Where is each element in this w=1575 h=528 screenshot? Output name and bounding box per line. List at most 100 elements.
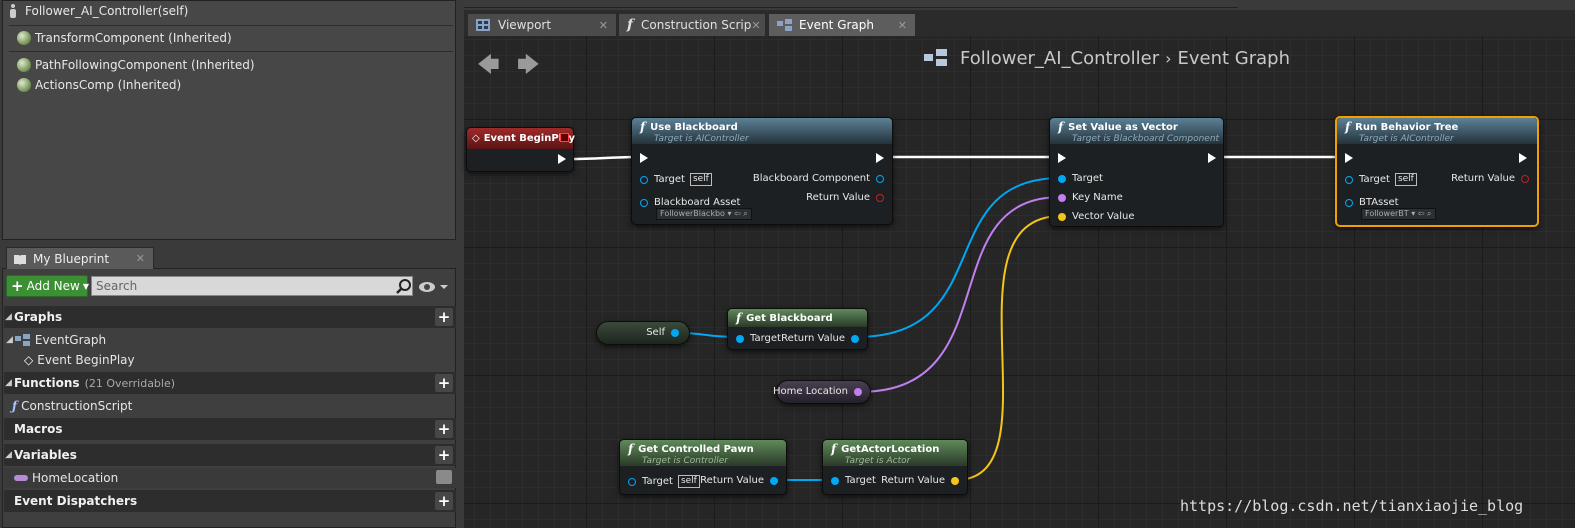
section-graphs[interactable]: ◢ Graphs +	[4, 306, 456, 328]
breadcrumb-graph[interactable]: Event Graph	[1178, 48, 1291, 69]
exec-in-pin[interactable]	[640, 153, 648, 163]
asset-dropdown[interactable]: FollowerBT ▾ ⇦ ⌕	[1361, 208, 1436, 220]
node-event-beginplay[interactable]: ◇ Event BeginPlay	[466, 127, 575, 172]
component-root[interactable]: Follower_AI_Controller(self)	[3, 1, 188, 21]
close-icon[interactable]: ✕	[751, 19, 760, 32]
section-functions[interactable]: ◢ Functions (21 Overridable) +	[4, 372, 456, 394]
target-pin[interactable]: Target	[1058, 173, 1103, 184]
key-name-pin[interactable]: Key Name	[1058, 192, 1123, 203]
controller-icon	[9, 4, 17, 18]
exec-out-pin[interactable]	[1208, 153, 1216, 163]
divider	[9, 25, 453, 26]
function-icon: f	[628, 442, 634, 456]
close-icon[interactable]: ✕	[898, 19, 907, 32]
collapse-icon[interactable]: ◢	[5, 378, 14, 388]
tab-construction-script[interactable]: f Construction Scrip ✕	[618, 13, 766, 36]
function-icon: f	[640, 120, 646, 134]
components-panel: Follower_AI_Controller(self) TransformCo…	[2, 0, 456, 240]
event-graph-icon	[777, 19, 792, 31]
exec-in-pin[interactable]	[1345, 153, 1353, 163]
home-location-out-pin[interactable]: Home Location	[773, 386, 862, 397]
node-run-behavior-tree[interactable]: f Run Behavior Tree Target is AIController…	[1335, 116, 1539, 227]
node-set-value-as-vector[interactable]: f Set Value as Vector Target is Blackboard…	[1049, 117, 1224, 227]
collapse-icon[interactable]: ◢	[5, 312, 14, 322]
node-home-location[interactable]: Home Location	[773, 380, 871, 404]
component-icon	[17, 31, 31, 45]
target-pin[interactable]: Target self	[1345, 173, 1417, 186]
tab-event-graph[interactable]: Event Graph ✕	[768, 13, 916, 36]
section-dispatchers[interactable]: Event Dispatchers +	[4, 490, 456, 512]
close-icon[interactable]: ✕	[136, 252, 145, 265]
function-icon: f	[627, 17, 634, 33]
target-pin[interactable]: Target self	[640, 173, 712, 186]
forward-arrow-icon[interactable]: 🡆	[517, 48, 540, 86]
book-icon	[14, 254, 26, 265]
component-pathfollowing[interactable]: PathFollowingComponent (Inherited)	[17, 55, 255, 75]
target-pin[interactable]: Target self	[628, 475, 700, 488]
blackboard-component-pin[interactable]: Blackboard Component	[753, 173, 884, 184]
exec-out-pin[interactable]	[876, 153, 884, 163]
tab-viewport[interactable]: Viewport ✕	[467, 13, 617, 36]
node-get-blackboard[interactable]: f Get Blackboard Target Return Value	[727, 308, 868, 350]
node-get-controlled-pawn[interactable]: f Get Controlled Pawn Target is Controller…	[619, 439, 787, 495]
function-icon: ƒ	[12, 399, 18, 413]
node-use-blackboard[interactable]: f Use Blackboard Target is AIController Ta…	[631, 117, 893, 225]
blackboard-asset-pin[interactable]: Blackboard Asset	[640, 197, 740, 208]
function-icon: f	[1345, 120, 1351, 134]
vector-value-pin[interactable]: Vector Value	[1058, 211, 1135, 222]
component-icon	[17, 58, 31, 72]
exec-in-pin[interactable]	[1058, 153, 1066, 163]
section-macros[interactable]: Macros +	[4, 418, 456, 440]
event-graph-icon	[924, 49, 947, 66]
return-value-pin[interactable]: Return Value	[1451, 173, 1529, 184]
event-icon: ◇	[472, 133, 480, 144]
variable-item-homelocation[interactable]: HomeLocation	[4, 468, 456, 488]
breadcrumb-blueprint[interactable]: Follower_AI_Controller	[960, 48, 1159, 69]
collapse-icon[interactable]: ◢	[6, 335, 13, 345]
chevron-down-icon: ▼	[82, 281, 89, 291]
section-variables[interactable]: ◢ Variables +	[4, 444, 456, 466]
visibility-toggle[interactable]	[436, 470, 452, 484]
tab-my-blueprint[interactable]: My Blueprint ✕	[6, 247, 154, 269]
back-arrow-icon[interactable]: 🡄	[477, 48, 500, 86]
add-variable-button[interactable]: +	[435, 446, 453, 464]
variable-type-icon	[14, 475, 28, 481]
search-icon[interactable]	[395, 277, 413, 295]
function-icon: f	[736, 311, 742, 325]
watermark: https://blog.csdn.net/tianxiaojie_blog	[1180, 497, 1524, 515]
return-value-pin[interactable]: Return Value	[881, 475, 959, 486]
function-icon: f	[831, 442, 837, 456]
component-actions[interactable]: ActionsComp (Inherited)	[17, 75, 181, 95]
node-self[interactable]: Self	[596, 321, 690, 345]
return-value-pin[interactable]: Return Value	[806, 192, 884, 203]
close-icon[interactable]: ✕	[599, 19, 608, 32]
event-icon: ◇	[24, 353, 34, 367]
add-graph-button[interactable]: +	[435, 308, 453, 326]
add-dispatcher-button[interactable]: +	[435, 492, 453, 510]
add-macro-button[interactable]: +	[435, 420, 453, 438]
divider	[9, 51, 453, 52]
add-function-button[interactable]: +	[435, 374, 453, 392]
return-value-pin[interactable]: Return Value	[781, 333, 859, 344]
plus-icon: +	[11, 277, 24, 295]
node-get-actor-location[interactable]: f GetActorLocation Target is Actor Target …	[822, 439, 968, 495]
delegate-pin[interactable]	[560, 133, 569, 142]
add-new-button[interactable]: + Add New ▼	[6, 275, 89, 297]
component-transform[interactable]: TransformComponent (Inherited)	[17, 28, 232, 48]
search-input[interactable]: Search	[91, 276, 413, 296]
graph-item-beginplay[interactable]: ◇ Event BeginPlay	[24, 350, 135, 370]
asset-dropdown[interactable]: FollowerBlackbo ▾ ⇦ ⌕	[656, 208, 752, 220]
exec-out-pin[interactable]	[558, 154, 566, 164]
target-pin[interactable]: Target	[736, 333, 781, 344]
event-graph-icon	[14, 334, 30, 346]
eye-icon[interactable]	[418, 280, 450, 294]
toolbar	[464, 0, 1238, 8]
graph-item-eventgraph[interactable]: ◢ EventGraph	[6, 330, 106, 350]
function-item-construction[interactable]: ƒ ConstructionScript	[12, 396, 132, 416]
target-pin[interactable]: Target	[831, 475, 876, 486]
bt-asset-pin[interactable]: BTAsset	[1345, 197, 1399, 208]
collapse-icon[interactable]: ◢	[5, 450, 14, 460]
exec-out-pin[interactable]	[1519, 153, 1527, 163]
return-value-pin[interactable]: Return Value	[700, 475, 778, 486]
self-out-pin[interactable]: Self	[646, 327, 679, 338]
